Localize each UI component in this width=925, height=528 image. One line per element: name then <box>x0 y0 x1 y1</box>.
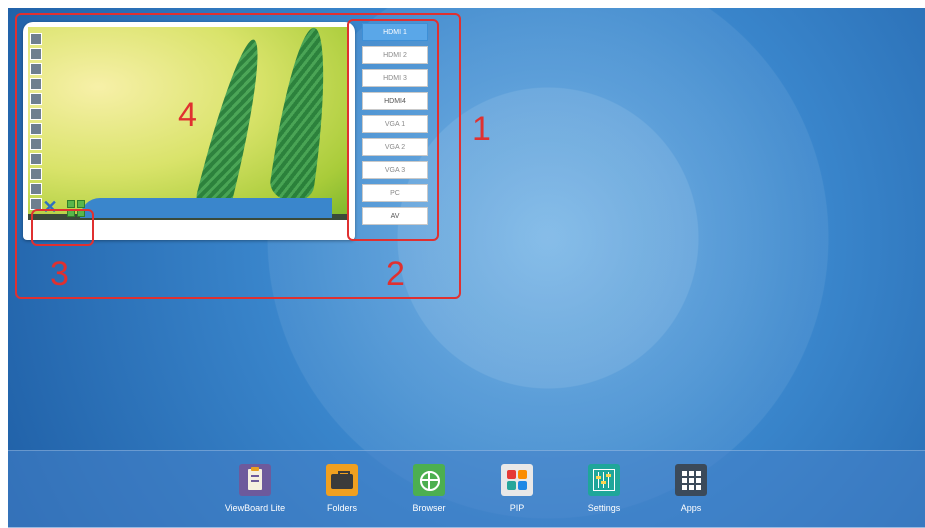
dock-label: Browser <box>412 503 446 513</box>
pip-grid-icon <box>501 464 533 496</box>
dock-item-settings[interactable]: Settings <box>564 464 644 513</box>
annotation-number-4: 4 <box>178 96 197 134</box>
annotation-box-3 <box>31 209 94 246</box>
dock-label: Folders <box>326 503 357 513</box>
globe-icon <box>413 464 445 496</box>
dock-item-apps[interactable]: Apps <box>651 464 731 513</box>
dock-label: ViewBoard Lite <box>224 503 286 513</box>
apps-grid-icon <box>675 464 707 496</box>
dock-item-pip[interactable]: PIP <box>477 464 557 513</box>
annotation-number-3: 3 <box>50 255 69 293</box>
annotation-box-2 <box>347 19 439 241</box>
briefcase-icon <box>326 464 358 496</box>
annotation-number-2: 2 <box>386 255 405 293</box>
sliders-icon <box>588 464 620 496</box>
dock-label: Settings <box>587 503 621 513</box>
dock-item-folders[interactable]: Folders <box>302 464 382 513</box>
dock-label: Apps <box>680 503 702 513</box>
dock-item-browser[interactable]: Browser <box>389 464 469 513</box>
clipboard-icon <box>239 464 271 496</box>
dock-label: PIP <box>509 503 525 513</box>
annotation-number-1: 1 <box>472 110 491 148</box>
dock-item-viewboard-lite[interactable]: ViewBoard Lite <box>215 464 295 513</box>
